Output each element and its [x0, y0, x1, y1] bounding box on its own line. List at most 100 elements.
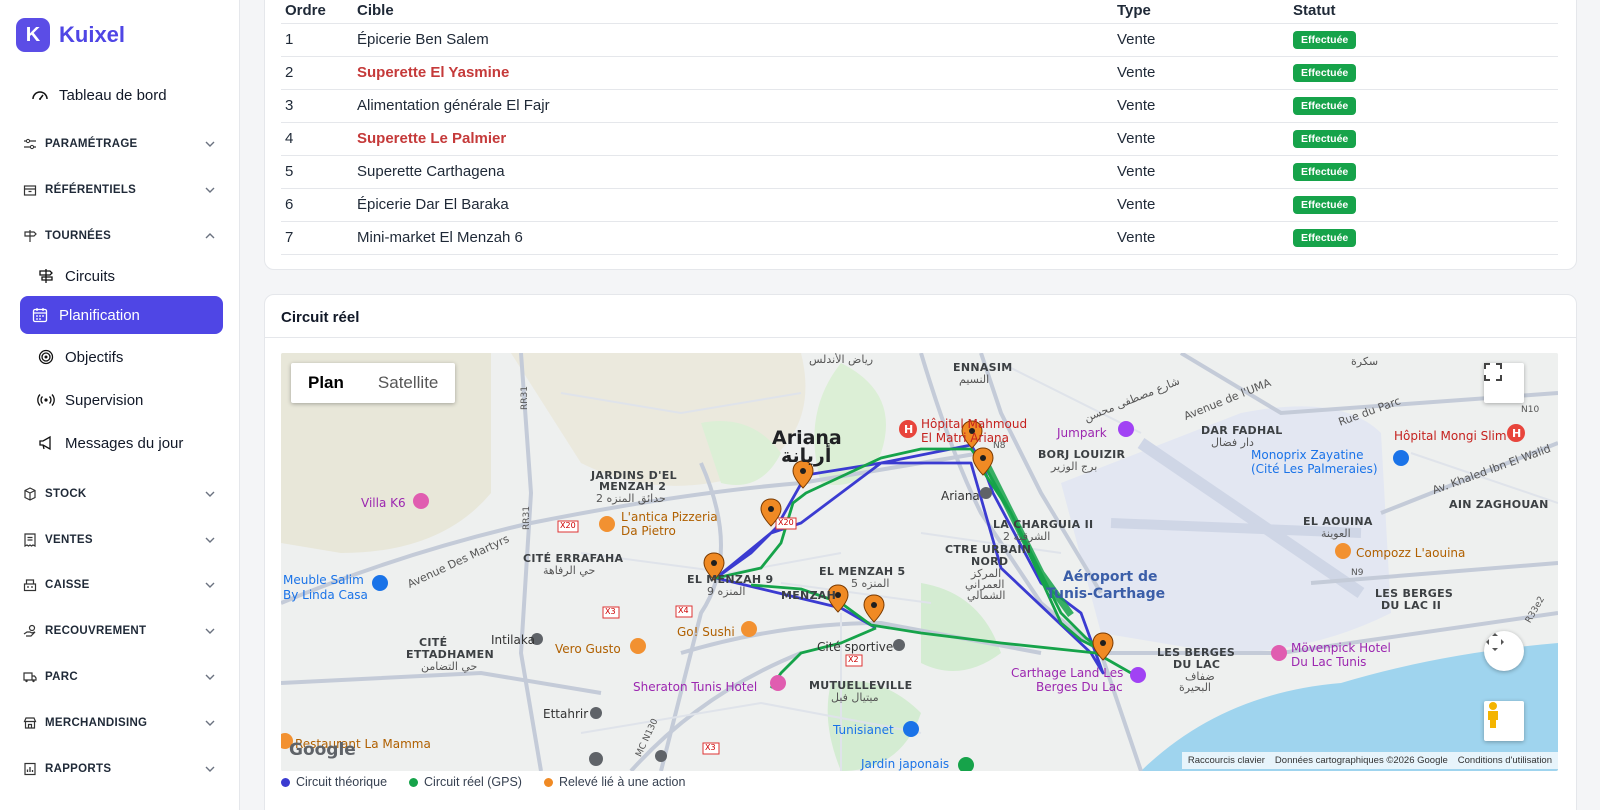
map-label: أريانة	[781, 445, 832, 467]
table-row[interactable]: 6 Épicerie Dar El Baraka Vente Effectuée	[281, 188, 1558, 222]
section-caisse[interactable]: CAISSE	[20, 572, 223, 598]
map-label: Villa K6	[361, 496, 406, 510]
cell-cible: Alimentation générale El Fajr	[353, 89, 1113, 123]
table-row[interactable]: 2 Superette El Yasmine Vente Effectuée	[281, 56, 1558, 90]
store-icon	[22, 715, 38, 731]
map-label: دار فضال	[1211, 436, 1254, 449]
cell-ordre: 7	[281, 221, 353, 255]
table-row[interactable]: 3 Alimentation générale El Fajr Vente Ef…	[281, 89, 1558, 123]
chevron-down-icon	[205, 491, 215, 497]
table-row[interactable]: 7 Mini-market El Menzah 6 Vente Effectué…	[281, 221, 1558, 255]
road-shield: N10	[1521, 405, 1540, 415]
status-badge: Effectuée	[1293, 229, 1357, 247]
cible-link[interactable]: Superette Le Palmier	[357, 130, 506, 147]
map-label: حي التضامن	[421, 660, 478, 673]
street-view-button[interactable]	[1484, 701, 1524, 741]
signpost-icon	[36, 266, 56, 286]
cell-type: Vente	[1113, 122, 1289, 156]
terms-link[interactable]: Conditions d'utilisation	[1458, 755, 1552, 766]
legend-label: Relevé lié à une action	[558, 775, 686, 789]
section-stock[interactable]: STOCK	[20, 481, 223, 507]
signpost-icon	[22, 228, 38, 244]
legend-item: Relevé lié à une action	[543, 775, 686, 789]
road-shield: X20	[778, 518, 794, 527]
section-parc[interactable]: PARC	[20, 664, 223, 690]
section-ventes[interactable]: VENTES	[20, 527, 223, 553]
map-label: ميتيال فيل	[831, 691, 879, 704]
sliders-icon	[22, 136, 38, 152]
status-badge: Effectuée	[1293, 97, 1357, 115]
map-label: حي الرفاهة	[543, 564, 596, 577]
table-row[interactable]: 5 Superette Carthagena Vente Effectuée	[281, 155, 1558, 189]
nav-objectifs[interactable]: Objectifs	[26, 338, 223, 376]
header-statut[interactable]: Statut	[1289, 0, 1558, 24]
cell-cible: Mini-market El Menzah 6	[353, 221, 1113, 255]
table-header-row: Ordre Cible Type Statut	[281, 0, 1558, 24]
move-arrows-icon	[1486, 633, 1504, 651]
legend-item: Circuit théorique	[281, 775, 387, 789]
nav-supervision[interactable]: Supervision	[26, 381, 223, 419]
cible-link[interactable]: Superette El Yasmine	[357, 64, 509, 81]
map-type-plan[interactable]: Plan	[291, 363, 361, 403]
cell-statut: Effectuée	[1289, 221, 1558, 255]
fullscreen-icon	[1484, 363, 1502, 381]
map-label: Tunis-Carthage	[1046, 586, 1166, 602]
section-label: PARC	[45, 671, 78, 683]
road-shield: X3	[605, 607, 616, 616]
road-shield: RR31	[521, 506, 532, 530]
nav-planification[interactable]: Planification	[20, 296, 223, 334]
cell-cible: Superette Le Palmier	[353, 122, 1113, 156]
map-label: Tunisianet	[833, 723, 894, 737]
camera-control-button[interactable]	[1484, 631, 1524, 671]
brand-logo: K	[16, 18, 50, 52]
cell-type: Vente	[1113, 188, 1289, 222]
cell-ordre: 5	[281, 155, 353, 189]
broadcast-icon	[36, 390, 56, 410]
section-tournees[interactable]: TOURNÉES	[20, 223, 223, 249]
nav-dashboard-label: Tableau de bord	[59, 86, 167, 104]
status-badge: Effectuée	[1293, 130, 1357, 148]
cell-ordre: 3	[281, 89, 353, 123]
brand[interactable]: K Kuixel	[16, 18, 125, 52]
fullscreen-button[interactable]	[1484, 363, 1524, 403]
header-cible[interactable]: Cible	[353, 0, 1113, 24]
legend-dot	[543, 777, 553, 787]
map-type-satellite[interactable]: Satellite	[361, 363, 455, 403]
map-label: Hôpital Mongi Slim	[1394, 429, 1507, 443]
map-label: Du Lac Tunis	[1291, 655, 1367, 669]
section-label: RÉFÉRENTIELS	[45, 184, 137, 196]
chevron-down-icon	[205, 628, 215, 634]
map-card-title: Circuit réel	[281, 309, 360, 326]
nav-label: Objectifs	[65, 348, 124, 366]
chevron-down-icon	[205, 720, 215, 726]
status-badge: Effectuée	[1293, 64, 1357, 82]
divider	[265, 337, 1576, 338]
section-parametrage[interactable]: PARAMÉTRAGE	[20, 131, 223, 157]
nav-circuits[interactable]: Circuits	[26, 257, 223, 295]
map-label: Berges Du Lac	[1036, 680, 1123, 694]
section-recouvrement[interactable]: RECOUVREMENT	[20, 618, 223, 644]
section-merchandising[interactable]: MERCHANDISING	[20, 710, 223, 736]
sidebar: K Kuixel Tableau de bord PARAMÉTRAGE RÉF…	[0, 0, 240, 810]
nav-dashboard[interactable]: Tableau de bord	[20, 76, 223, 114]
section-label: STOCK	[45, 488, 87, 500]
keyboard-shortcuts-link[interactable]: Raccourcis clavier	[1188, 755, 1265, 766]
header-ordre[interactable]: Ordre	[281, 0, 353, 24]
nav-messages[interactable]: Messages du jour	[26, 424, 223, 462]
legend-item: Circuit réel (GPS)	[409, 775, 522, 789]
section-referentiels[interactable]: RÉFÉRENTIELS	[20, 177, 223, 203]
route-map[interactable]: H H Ariana أريانة رياض الأندلس ENNASIM ا…	[281, 353, 1558, 771]
table-row[interactable]: 4 Superette Le Palmier Vente Effectuée	[281, 122, 1558, 156]
cell-type: Vente	[1113, 155, 1289, 189]
legend-dot	[409, 777, 419, 787]
table-row[interactable]: 1 Épicerie Ben Salem Vente Effectuée	[281, 23, 1558, 57]
chevron-down-icon	[205, 187, 215, 193]
map-label: Intilaka	[491, 633, 535, 647]
cell-type: Vente	[1113, 89, 1289, 123]
map-label: Monoprix Zayatine	[1251, 448, 1364, 462]
map-label: Hôpital Mahmoud	[921, 417, 1028, 431]
map-label: MENZAH	[781, 589, 837, 602]
section-rapports[interactable]: RAPPORTS	[20, 756, 223, 782]
header-type[interactable]: Type	[1113, 0, 1289, 24]
pegman-icon	[1488, 702, 1498, 728]
